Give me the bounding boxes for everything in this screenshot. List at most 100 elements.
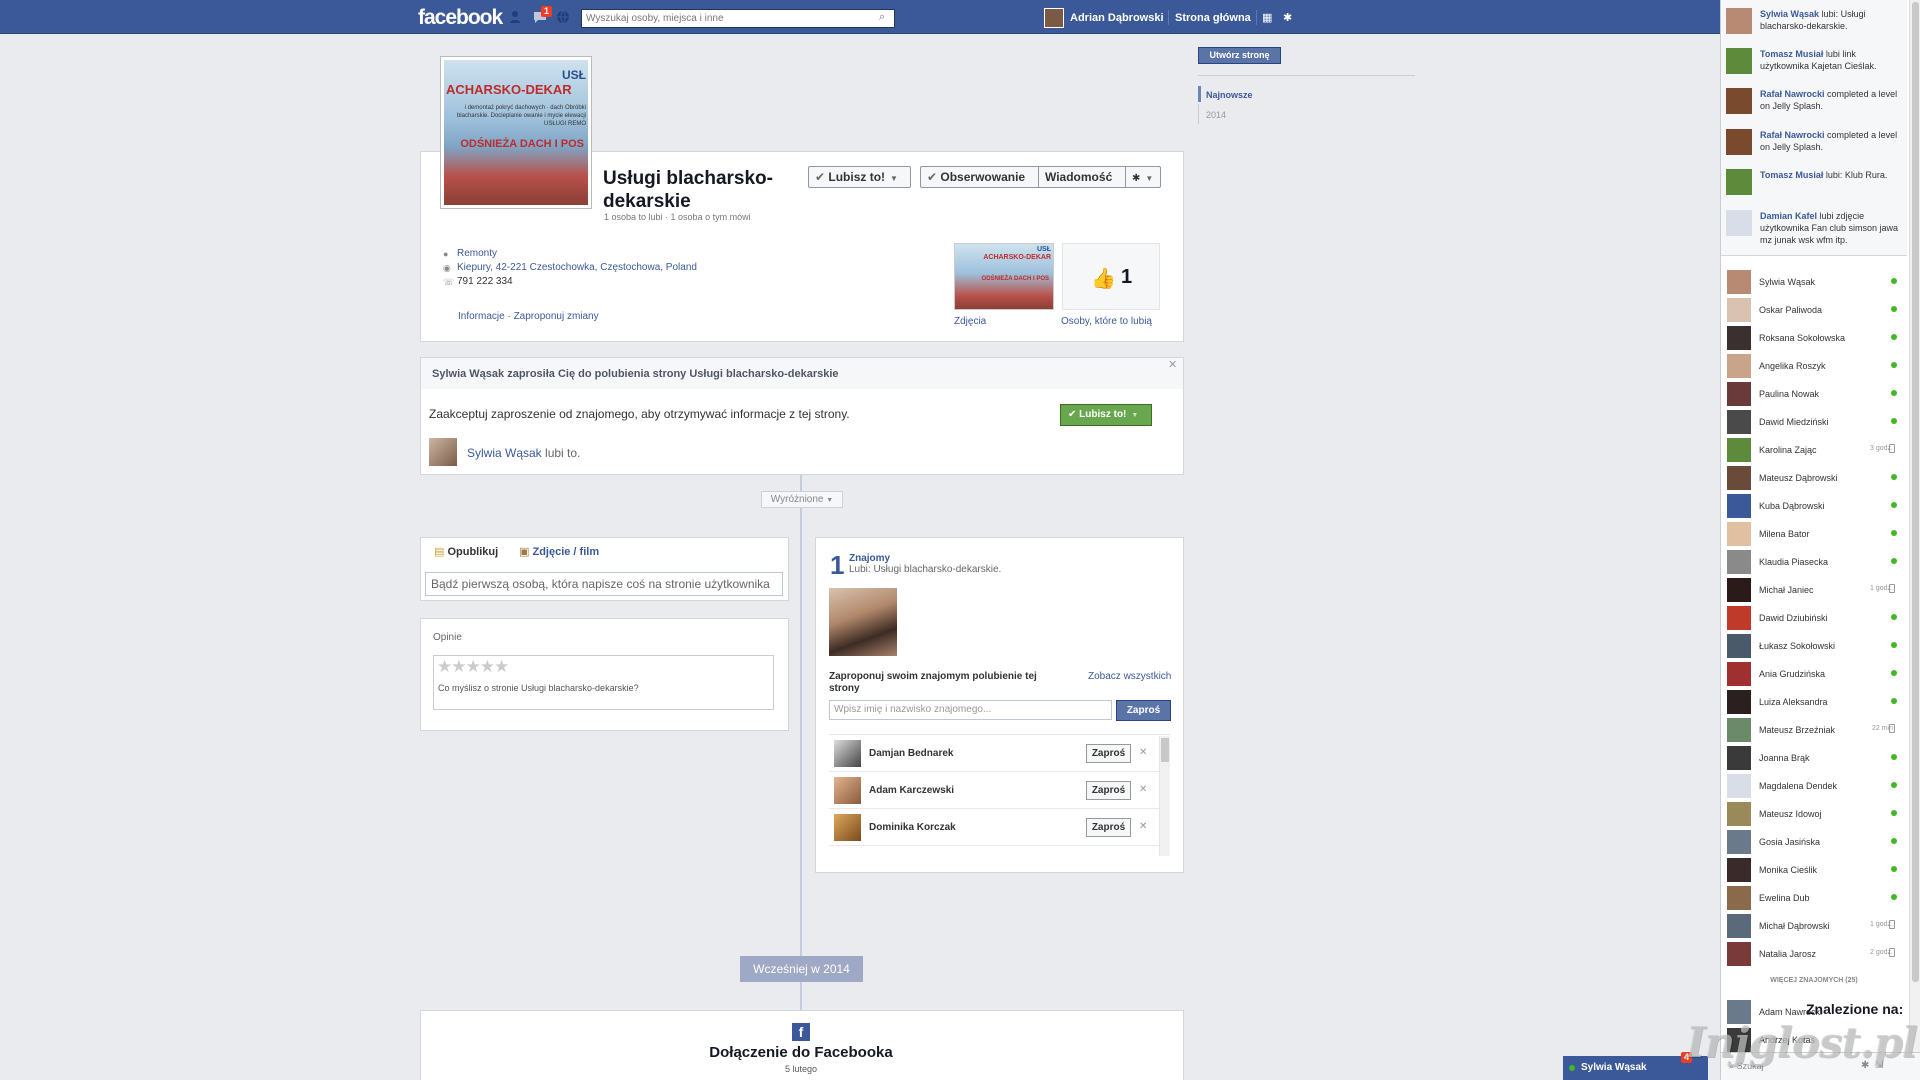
avatar[interactable]: [834, 814, 861, 841]
avatar[interactable]: [834, 740, 861, 767]
address-link[interactable]: Kiepury, 42-221 Czestochowka, Częstochow…: [457, 261, 697, 275]
scrollbar-thumb[interactable]: [1161, 738, 1169, 762]
tab-photo-video[interactable]: ▣ Zdjęcie / film: [519, 545, 599, 558]
page-profile-picture[interactable]: USŁ ACHARSKO-DEKAR i demontaż pokryć dac…: [440, 56, 592, 209]
user-avatar[interactable]: [1044, 8, 1064, 28]
photos-thumbnail[interactable]: USŁ ACHARSKO-DEKAR ODŚNIEŻA DACH I POS: [954, 243, 1054, 310]
avatar[interactable]: [834, 777, 861, 804]
chat-friend-item[interactable]: Ania Grudzińska: [1721, 658, 1907, 686]
ticker-actor[interactable]: Damian Kafel: [1760, 211, 1817, 221]
ticker-item[interactable]: Damian Kafel lubi zdjęcie użytkownika Fa…: [1725, 208, 1907, 248]
friends-title[interactable]: Znajomy: [849, 553, 890, 564]
avatar[interactable]: [1726, 48, 1752, 74]
chat-friend-item[interactable]: Magdalena Dendek: [1721, 770, 1907, 798]
chat-friend-item[interactable]: Roksana Sokołowska: [1721, 322, 1907, 350]
like-page-button[interactable]: ✔ Lubisz to! ▼: [808, 166, 911, 188]
chat-friend-item[interactable]: Natalia Jarosz 2 godz.: [1721, 938, 1907, 966]
close-icon[interactable]: ✕: [1139, 747, 1147, 758]
ticker-item[interactable]: Rafał Nawrocki completed a level on Jell…: [1725, 127, 1907, 167]
chat-friend-item[interactable]: Oskar Paliwoda: [1721, 294, 1907, 322]
create-page-button[interactable]: Utwórz stronę: [1198, 47, 1281, 64]
friend-name[interactable]: Adam Karczewski: [869, 785, 954, 796]
see-all-link[interactable]: Zobacz wszystkich: [1088, 671, 1171, 682]
privacy-shortcuts-icon[interactable]: ▦: [1262, 11, 1272, 24]
ticker-actor[interactable]: Rafał Nawrocki: [1760, 89, 1825, 99]
people-who-like-link[interactable]: Osoby, które to lubią: [1061, 316, 1152, 327]
earlier-in-year-marker[interactable]: Wcześniej w 2014: [740, 956, 863, 982]
chat-friend-item[interactable]: Ewelina Dub: [1721, 882, 1907, 910]
highlights-dropdown[interactable]: Wyróżnione ▼: [761, 491, 843, 508]
ticker-item[interactable]: Tomasz Musiał lubi: Klub Rura.: [1725, 167, 1907, 207]
ticker-item[interactable]: Sylwia Wąsak lubi: Usługi blacharsko-dek…: [1725, 6, 1907, 46]
chat-friend-item[interactable]: Joanna Brąk: [1721, 742, 1907, 770]
page-settings-button[interactable]: ✱ ▼: [1125, 166, 1161, 188]
follow-button[interactable]: ✔ Obserwowanie: [920, 166, 1039, 188]
inviter-avatar[interactable]: [429, 438, 457, 466]
friend-photo[interactable]: [829, 588, 897, 656]
post-input[interactable]: Bądź pierwszą osobą, która napisze coś n…: [425, 572, 783, 596]
friend-name[interactable]: Dominika Korczak: [869, 822, 956, 833]
ticker-item[interactable]: Rafał Nawrocki completed a level on Jell…: [1725, 86, 1907, 126]
photos-link[interactable]: Zdjęcia: [954, 316, 986, 327]
avatar[interactable]: [1726, 169, 1752, 195]
inviter-name-link[interactable]: Sylwia Wąsak: [467, 446, 542, 460]
chat-friend-item[interactable]: Michał Janiec 1 godz.: [1721, 574, 1907, 602]
ticker-actor[interactable]: Tomasz Musiał: [1760, 49, 1823, 59]
friend-search-input[interactable]: Wpisz imię i nazwisko znajomego...: [829, 700, 1112, 720]
chat-friend-item[interactable]: Monika Cieślik: [1721, 854, 1907, 882]
ticker-actor[interactable]: Tomasz Musiał: [1760, 170, 1823, 180]
chat-friend-item[interactable]: Karolina Zając 3 godz.: [1721, 434, 1907, 462]
avatar[interactable]: [1726, 8, 1752, 34]
notifications-globe-icon[interactable]: [556, 10, 570, 24]
chat-friend-item[interactable]: Kuba Dąbrowski: [1721, 490, 1907, 518]
page-title[interactable]: Usługi blacharsko-dekarskie: [603, 167, 793, 213]
invite-friend-button[interactable]: Zaproś: [1086, 818, 1131, 837]
friend-list-scrollbar[interactable]: [1159, 736, 1170, 856]
nav-latest-link[interactable]: Najnowsze: [1206, 90, 1253, 100]
nav-year-link[interactable]: 2014: [1206, 110, 1226, 120]
user-name-link[interactable]: Adrian Dąbrowski: [1070, 12, 1164, 24]
facebook-logo[interactable]: facebook: [418, 6, 503, 30]
search-icon[interactable]: ⌕: [879, 11, 893, 25]
avatar[interactable]: [1726, 210, 1752, 236]
chat-friend-item[interactable]: Angelika Roszyk: [1721, 350, 1907, 378]
message-button[interactable]: Wiadomość: [1038, 166, 1126, 188]
scrollbar-thumb[interactable]: [1912, 2, 1919, 982]
close-icon[interactable]: ✕: [1139, 784, 1147, 795]
tab-publish[interactable]: ▤ Opublikuj: [434, 545, 498, 558]
invite-button[interactable]: Zaproś: [1116, 700, 1171, 721]
chat-friend-item[interactable]: Dawid Dziubiński: [1721, 602, 1907, 630]
search-input[interactable]: Wyszukaj osoby, miejsca i inne: [581, 9, 895, 28]
avatar[interactable]: [1726, 88, 1752, 114]
chat-friend-item[interactable]: Mateusz Brzeźniak 22 min: [1721, 714, 1907, 742]
ticker-item[interactable]: Tomasz Musiał lubi link użytkownika Kaje…: [1725, 46, 1907, 86]
chat-friend-item[interactable]: Milena Bator: [1721, 518, 1907, 546]
chat-friend-item[interactable]: Paulina Nowak: [1721, 378, 1907, 406]
ticker-actor[interactable]: Sylwia Wąsak: [1760, 9, 1819, 19]
chat-friend-item[interactable]: Dawid Miedziński: [1721, 406, 1907, 434]
chat-friend-item[interactable]: Luiza Aleksandra: [1721, 686, 1907, 714]
chat-friend-item[interactable]: Gosia Jasińska: [1721, 826, 1907, 854]
close-icon[interactable]: ✕: [1168, 358, 1177, 371]
info-suggest-edits-link[interactable]: Informacje · Zaproponuj zmiany: [458, 311, 599, 322]
star-rating[interactable]: ★★★★★: [437, 657, 509, 677]
chat-friend-item[interactable]: Łukasz Sokołowski: [1721, 630, 1907, 658]
home-link[interactable]: Strona główna: [1175, 12, 1251, 24]
accept-like-button[interactable]: ✔ Lubisz to! ▼: [1060, 404, 1152, 426]
chat-friend-item[interactable]: Sylwia Wąsak: [1721, 266, 1907, 294]
chat-friend-item[interactable]: Mateusz Dąbrowski: [1721, 462, 1907, 490]
likes-tile[interactable]: 👍 1: [1062, 243, 1160, 310]
chat-friend-item[interactable]: Mateusz Idowoj: [1721, 798, 1907, 826]
invite-friend-button[interactable]: Zaproś: [1086, 781, 1131, 800]
chat-friend-item[interactable]: Klaudia Piasecka: [1721, 546, 1907, 574]
category-link[interactable]: Remonty: [457, 247, 497, 261]
invite-friend-button[interactable]: Zaproś: [1086, 744, 1131, 763]
gear-icon[interactable]: ✱: [1283, 11, 1292, 24]
ticker-actor[interactable]: Rafał Nawrocki: [1760, 130, 1825, 140]
close-icon[interactable]: ✕: [1139, 821, 1147, 832]
friend-requests-icon[interactable]: [510, 10, 524, 24]
avatar[interactable]: [1726, 129, 1752, 155]
friend-name[interactable]: Damjan Bednarek: [869, 748, 953, 759]
sidebar-scrollbar[interactable]: [1909, 0, 1920, 1052]
chat-friend-item[interactable]: Michał Dąbrowski 1 godz.: [1721, 910, 1907, 938]
